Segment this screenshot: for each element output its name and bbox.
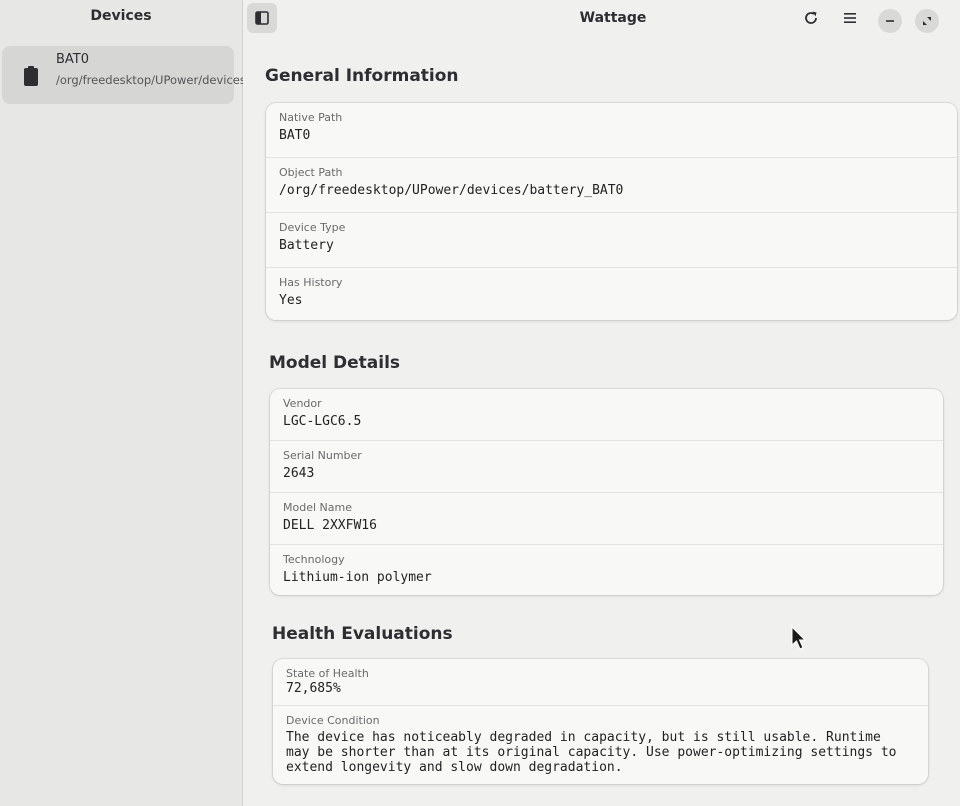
row-label: Has History [279,276,343,289]
row-value: /org/freedesktop/UPower/devices/battery_… [279,183,624,198]
row-value: LGC-LGC6.5 [283,414,362,429]
row-label: Object Path [279,166,343,179]
row-native-path: Native Path BAT0 [266,103,957,158]
sidebar-title: Devices [90,8,152,24]
row-label: Technology [283,553,345,566]
hamburger-menu-icon [844,13,856,23]
row-label: Vendor [283,397,322,410]
row-value: BAT0 [279,128,311,143]
row-label: Serial Number [283,449,362,462]
row-value: Yes [279,293,303,308]
battery-icon [24,66,38,86]
row-label: State of Health [286,667,369,680]
row-value: 72,685% [286,681,341,696]
row-value: Battery [279,238,334,253]
row-device-type: Device Type Battery [266,213,957,268]
row-label: Device Type [279,221,346,234]
maximize-icon [923,17,931,25]
row-value: Lithium-ion polymer [283,570,432,585]
maximize-button[interactable] [915,9,939,33]
row-object-path: Object Path /org/freedesktop/UPower/devi… [266,158,957,213]
row-value: 2643 [283,466,315,481]
row-label: Native Path [279,111,343,124]
row-technology: Technology Lithium-ion polymer [270,545,943,595]
row-value: The device has noticeably degraded in ca… [286,730,897,775]
main-menu-button[interactable] [835,3,865,33]
refresh-icon [805,11,817,24]
minimize-icon [886,20,894,22]
sidebar-item-name: BAT0 [56,52,90,67]
row-label: Model Name [283,501,352,514]
row-has-history: Has History Yes [266,268,957,320]
card-general: Native Path BAT0 Object Path /org/freede… [266,103,957,320]
row-value: DELL 2XXFW16 [283,518,377,533]
sidebar-item-path: /org/freedesktop/UPower/devices/battery_… [56,73,327,87]
main-content: Wattage General Information Native Path … [243,0,960,806]
sidebar: Devices BAT0 /org/freedesktop/UPower/dev… [0,0,327,806]
sidebar-item-bat0[interactable]: BAT0 /org/freedesktop/UPower/devices/bat… [2,46,327,104]
header-bar: Wattage [243,0,960,38]
section-title-health: Health Evaluations [272,624,453,644]
row-label: Device Condition [286,714,380,727]
row-vendor: Vendor LGC-LGC6.5 [270,389,943,441]
row-serial-number: Serial Number 2643 [270,441,943,493]
card-health: State of Health 72,685% Device Condition… [273,659,928,784]
row-device-condition: Device Condition The device has noticeab… [273,706,928,784]
refresh-button[interactable] [796,3,826,33]
mouse-pointer-icon [791,626,807,650]
row-state-of-health: State of Health 72,685% [273,659,928,706]
minimize-button[interactable] [878,9,902,33]
section-title-general: General Information [265,66,459,86]
section-title-model: Model Details [269,353,401,373]
row-model-name: Model Name DELL 2XXFW16 [270,493,943,545]
card-model: Vendor LGC-LGC6.5 Serial Number 2643 Mod… [270,389,943,595]
